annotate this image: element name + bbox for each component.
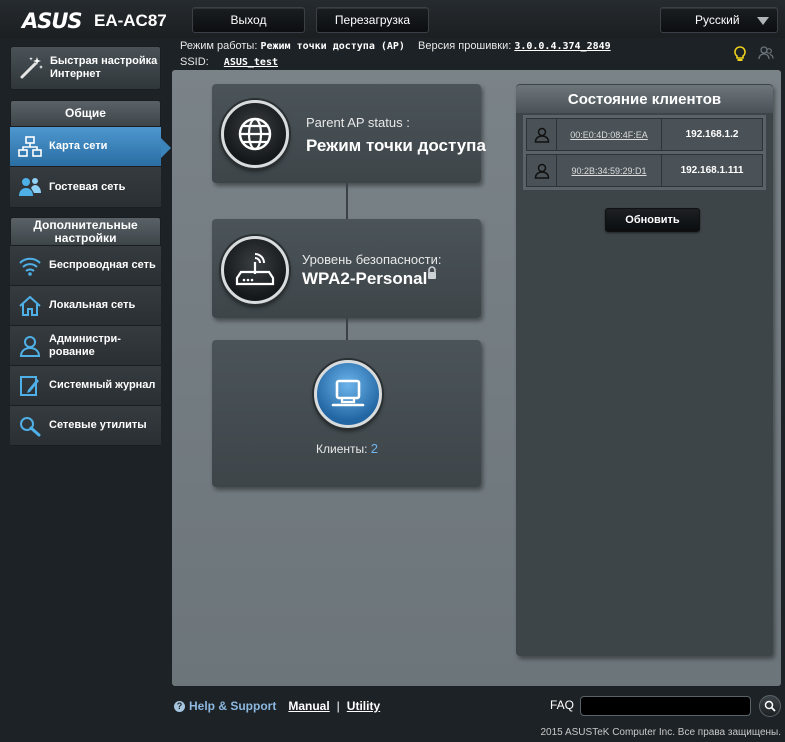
reboot-button[interactable]: Перезагрузка (316, 7, 429, 33)
network-tools-icon (17, 413, 43, 439)
notification-bulb-icon[interactable] (734, 46, 746, 62)
faq-search-input[interactable] (580, 696, 751, 716)
footer-separator: | (336, 699, 340, 713)
search-icon (764, 700, 776, 712)
top-status-icons (734, 46, 774, 62)
sidebar-item-wireless[interactable]: Беспроводная сеть (10, 246, 161, 286)
faq-search-button[interactable] (759, 695, 781, 717)
quick-setup-label: Быстрая настройка Интернет (50, 55, 158, 80)
wireless-icon (17, 253, 43, 279)
sidebar-item-network-tools[interactable]: Сетевые утилиты (10, 406, 161, 446)
copyright-text: 2015 ASUSTeK Computer Inc. Все права защ… (540, 727, 781, 738)
sidebar-item-system-log[interactable]: Системный журнал (10, 366, 161, 406)
security-value: WPA2-Personal (302, 269, 428, 288)
sidebar-item-label: Сетевые утилиты (49, 419, 147, 431)
client-status-title: Состояние клиентов (516, 85, 773, 113)
client-user-icon (527, 155, 557, 186)
chevron-down-icon (757, 17, 769, 25)
table-row: 90:2B:34:59:29:D1 192.168.1.111 (526, 154, 763, 187)
router-circle[interactable] (221, 236, 289, 304)
quick-setup-button[interactable]: Быстрая настройка Интернет (10, 46, 161, 90)
parent-ap-value: Режим точки доступа (306, 136, 486, 155)
manual-link[interactable]: Manual (288, 699, 329, 713)
sidebar-item-label: Карта сети (49, 140, 108, 152)
help-question-icon: ? (174, 700, 185, 712)
globe-icon (238, 117, 272, 151)
client-ip: 192.168.1.2 (685, 129, 739, 140)
asus-logo[interactable]: ASUS (22, 9, 83, 33)
firmware-version-link[interactable]: 3.0.0.4.374_2849 (514, 41, 610, 52)
model-name: EA-AC87 (94, 11, 167, 30)
map-connector-line (346, 318, 348, 340)
language-select[interactable]: Русский (660, 7, 778, 33)
sidebar-item-label: Локальная сеть (49, 299, 136, 311)
sidebar-item-guest-network[interactable]: Гостевая сеть (10, 167, 161, 208)
firmware-label: Версия прошивки: (418, 40, 512, 52)
parent-ap-circle[interactable] (221, 100, 289, 168)
guest-network-icon (17, 174, 43, 200)
client-mac-link[interactable]: 00:E0:4D:08:4F:EA (557, 119, 662, 150)
refresh-button[interactable]: Обновить (605, 208, 700, 232)
network-map-icon (17, 134, 43, 160)
utility-link[interactable]: Utility (347, 699, 380, 713)
users-status-icon[interactable] (758, 46, 774, 60)
footer-help-links: ? Help & Support Manual | Utility (174, 699, 380, 713)
client-mac-link[interactable]: 90:2B:34:59:29:D1 (557, 155, 662, 186)
router-icon (235, 253, 275, 286)
clients-circle[interactable] (314, 360, 382, 428)
parent-ap-label: Parent AP status : (306, 115, 410, 130)
magic-wand-icon (18, 55, 44, 81)
client-list: 00:E0:4D:08:4F:EA 192.168.1.2 90:2B:34:5… (523, 115, 766, 190)
advanced-section-header: Дополнительные настройки (10, 217, 161, 246)
mode-value[interactable]: Режим точки доступа (AP) (260, 41, 405, 52)
ssid-link[interactable]: ASUS_test (224, 57, 278, 68)
ssid-label: SSID: (180, 56, 209, 68)
computer-monitor-icon (331, 379, 365, 407)
help-support-label: Help & Support (189, 699, 277, 713)
system-log-icon (17, 373, 43, 399)
language-value: Русский (695, 13, 740, 27)
active-item-pointer (161, 138, 171, 158)
clients-count: 2 (370, 441, 379, 456)
map-connector-line (346, 183, 348, 219)
operation-mode-line: Режим работы: Режим точки доступа (AP) В… (180, 40, 611, 52)
logout-button[interactable]: Выход (192, 7, 305, 33)
faq-label: FAQ (550, 698, 575, 712)
sidebar-item-label: Системный журнал (49, 379, 156, 391)
sidebar-item-lan[interactable]: Локальная сеть (10, 286, 161, 326)
general-section-header: Общие (10, 100, 161, 127)
ssid-line: SSID: ASUS_test (180, 56, 278, 68)
security-label: Уровень безопасности: (302, 252, 442, 267)
sidebar-item-label: Беспроводная сеть (49, 259, 156, 271)
sidebar-item-label: Администри-рование (49, 332, 121, 358)
clients-count-line: Клиенты: 2 (316, 441, 378, 456)
table-row: 00:E0:4D:08:4F:EA 192.168.1.2 (526, 118, 763, 151)
admin-user-icon (17, 333, 43, 359)
client-user-icon (527, 119, 557, 150)
sidebar-item-network-map[interactable]: Карта сети (10, 127, 161, 167)
sidebar-item-label: Гостевая сеть (49, 180, 126, 193)
lan-home-icon (17, 293, 43, 319)
mode-label: Режим работы: (180, 40, 258, 52)
sidebar-item-administration[interactable]: Администри-рование (10, 326, 161, 366)
client-ip: 192.168.1.111 (680, 165, 744, 176)
lock-icon (428, 266, 436, 279)
clients-label: Клиенты: (316, 442, 368, 456)
